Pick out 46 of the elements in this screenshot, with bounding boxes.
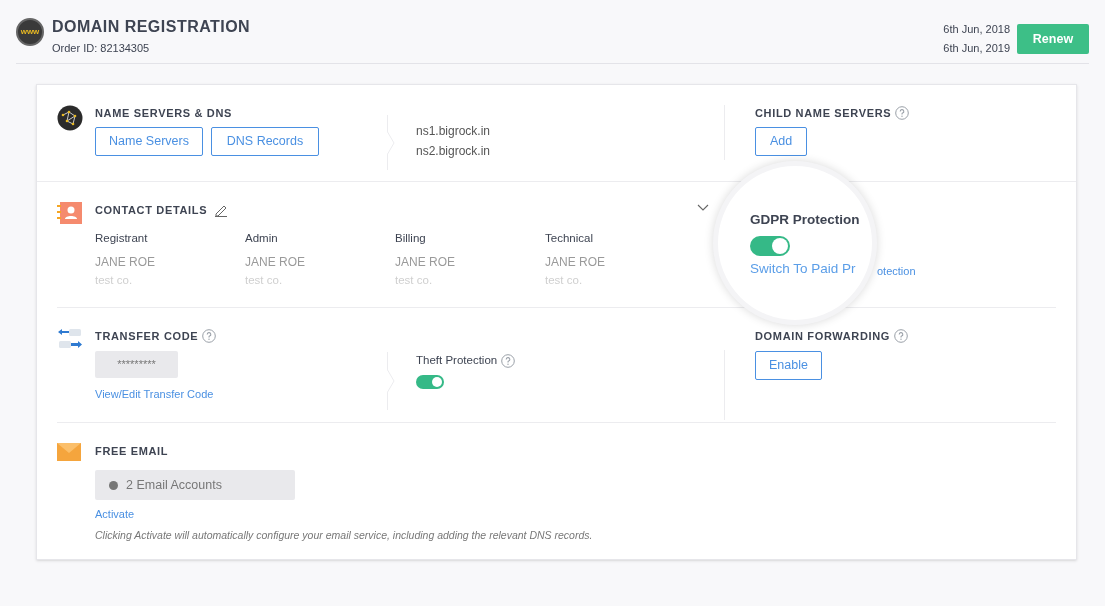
toggle-switch[interactable]: [416, 375, 444, 390]
link[interactable]: View/Edit Transfer Code: [95, 386, 387, 403]
date-text: 6th Jun, 2019: [943, 41, 1010, 56]
help-icon[interactable]: [501, 353, 516, 368]
help-icon[interactable]: [895, 106, 910, 120]
globe-network-icon: [57, 105, 83, 131]
theft-protection-label: Theft Protection: [416, 353, 498, 368]
name-server-text: ns1.bigrock.in: [416, 123, 492, 140]
page-title: DOMAIN REGISTRATION: [52, 17, 251, 37]
name-server-text: ns2.bigrock.in: [416, 143, 492, 160]
link[interactable]: otection: [877, 263, 916, 280]
contact-card-icon: [57, 202, 83, 224]
contact-name: JANE ROE: [245, 255, 306, 269]
email-accounts-field: 2 Email Accounts: [95, 470, 295, 500]
help-icon[interactable]: [202, 329, 217, 343]
renew-button[interactable]: Renew: [1017, 24, 1089, 54]
link[interactable]: Switch To Paid Pr: [750, 259, 872, 280]
toggle-switch[interactable]: [750, 236, 790, 257]
www-logo: www: [16, 18, 44, 46]
help-icon[interactable]: [894, 329, 909, 343]
gdpr-title: GDPR Protection: [750, 211, 861, 229]
email-note: Clicking Activate will automatically configure your email service, including adding the relevant DNS records.: [95, 527, 593, 543]
section-title: CONTACT DETAILS: [95, 202, 208, 218]
outline-button[interactable]: DNS Records: [211, 127, 319, 156]
outline-button[interactable]: Add: [755, 127, 807, 156]
contact-role: Billing: [395, 231, 427, 245]
date-text: 6th Jun, 2018: [943, 22, 1010, 37]
outline-button[interactable]: Name Servers: [95, 127, 203, 156]
envelope-icon: [57, 443, 81, 461]
section-title: TRANSFER CODE: [95, 328, 199, 344]
chevron-down-icon[interactable]: [697, 204, 709, 212]
contact-role: Technical: [545, 231, 594, 245]
section-title: DOMAIN FORWARDING: [755, 328, 891, 344]
contact-name: JANE ROE: [545, 255, 606, 269]
contact-role: Registrant: [95, 231, 149, 245]
section-title: NAME SERVERS & DNS: [95, 105, 232, 121]
contact-name: JANE ROE: [395, 255, 456, 269]
contact-name: JANE ROE: [95, 255, 156, 269]
transfer-code-field: *********: [95, 351, 178, 378]
section-title: CHILD NAME SERVERS: [755, 105, 892, 121]
link[interactable]: Activate: [95, 506, 593, 523]
outline-button[interactable]: Enable: [755, 351, 822, 380]
contact-role: Admin: [245, 231, 279, 245]
section-title: FREE EMAIL: [95, 443, 169, 459]
edit-icon[interactable]: [214, 203, 229, 217]
order-id: Order ID: 82134305: [52, 41, 151, 56]
